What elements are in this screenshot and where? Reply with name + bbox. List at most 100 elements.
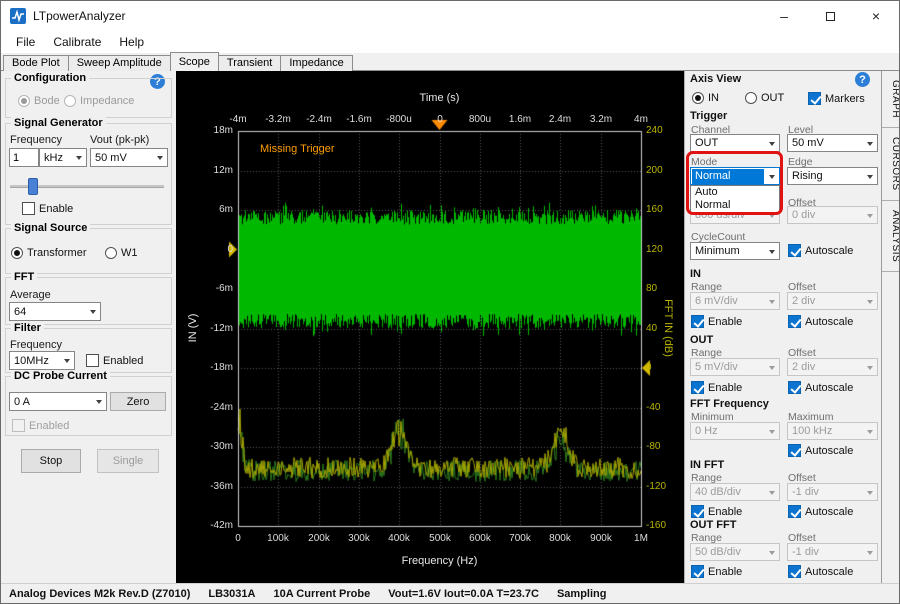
out-fft-offset-select[interactable]: -1 div (787, 543, 878, 561)
checkbox-icon (691, 315, 704, 328)
fft-tick: 120 (646, 244, 663, 255)
single-button[interactable]: Single (97, 449, 159, 473)
out-section-title: OUT (690, 334, 713, 346)
chevron-down-icon (60, 352, 74, 369)
dc-probe-current-select[interactable]: 0 A (9, 392, 107, 411)
out-fft-autoscale-checkbox[interactable]: Autoscale (788, 565, 853, 578)
menu-calibrate[interactable]: Calibrate (44, 32, 110, 52)
out-fft-enable-checkbox[interactable]: Enable (691, 565, 742, 578)
dc-probe-group: DC Probe Current 0 A Zero Enabled (5, 376, 172, 436)
menu-help[interactable]: Help (110, 32, 153, 52)
out-range-select[interactable]: 5 mV/div (690, 358, 780, 376)
out-offset-select[interactable]: 2 div (787, 358, 878, 376)
transformer-radio-label: Transformer (27, 247, 87, 259)
in-fft-autoscale-checkbox[interactable]: Autoscale (788, 505, 853, 518)
in-autoscale-label: Autoscale (805, 316, 853, 328)
time-tick: 0 (437, 114, 443, 125)
side-tab-graph[interactable]: GRAPH (882, 71, 900, 128)
trigger-offset-select[interactable]: 0 div (787, 206, 878, 224)
checkbox-icon (808, 92, 821, 105)
trigger-channel-select[interactable]: OUT (690, 134, 780, 152)
axis-in-radio[interactable]: IN (692, 92, 719, 104)
checkbox-icon (788, 381, 801, 394)
maximize-button[interactable] (807, 1, 853, 31)
bode-radio[interactable]: Bode (18, 95, 60, 107)
markers-label: Markers (825, 93, 865, 105)
impedance-radio[interactable]: Impedance (64, 95, 134, 107)
tab-transient[interactable]: Transient (218, 55, 281, 71)
freq-tick: 1M (634, 533, 648, 544)
transformer-radio[interactable]: Transformer (11, 247, 87, 259)
trigger-edge-select[interactable]: Rising (787, 167, 878, 185)
menu-file[interactable]: File (7, 32, 44, 52)
in-enable-checkbox[interactable]: Enable (691, 315, 742, 328)
fft-group: FFT Average 64 (5, 277, 172, 325)
axis-out-radio[interactable]: OUT (745, 92, 784, 104)
in-offset-select[interactable]: 2 div (787, 292, 878, 310)
fft-axis-title: FFT IN (dB) (662, 299, 674, 357)
checkbox-icon (788, 565, 801, 578)
w1-radio-label: W1 (121, 247, 138, 259)
checkbox-icon (788, 315, 801, 328)
amplitude-slider-thumb[interactable] (28, 178, 38, 195)
window-title: LTpowerAnalyzer (33, 9, 125, 23)
minimize-button[interactable]: – (761, 1, 807, 31)
in-range-select[interactable]: 6 mV/div (690, 292, 780, 310)
close-button[interactable]: × (853, 1, 899, 31)
frequency-unit-select[interactable]: kHz (39, 148, 87, 167)
tab-impedance[interactable]: Impedance (280, 55, 352, 71)
mode-option-normal[interactable]: Normal (691, 199, 779, 212)
fft-frequency-autoscale-checkbox[interactable]: Autoscale (788, 444, 853, 457)
fft-maximum-select[interactable]: 100 kHz (787, 422, 878, 440)
configuration-title: Configuration (11, 72, 89, 85)
fft-minimum-select[interactable]: 0 Hz (690, 422, 780, 440)
axis-out-label: OUT (761, 92, 784, 104)
status-bar: Analog Devices M2k Rev.D (Z7010) LB3031A… (1, 583, 899, 604)
fft-tick: 160 (646, 204, 663, 215)
menu-bar: File Calibrate Help (1, 31, 899, 53)
impedance-radio-label: Impedance (80, 95, 134, 107)
side-tab-analysis[interactable]: ANALYSIS (882, 201, 900, 272)
trigger-mode-select[interactable]: Normal (690, 167, 780, 185)
trigger-level-select[interactable]: 50 mV (787, 134, 878, 152)
freq-tick: 700k (509, 533, 531, 544)
chevron-down-icon (86, 303, 100, 320)
frequency-input[interactable] (9, 148, 39, 167)
in-fft-enable-checkbox[interactable]: Enable (691, 505, 742, 518)
markers-checkbox[interactable]: Markers (808, 92, 865, 105)
in-fft-range-select[interactable]: 40 dB/div (690, 483, 780, 501)
zero-button[interactable]: Zero (110, 392, 166, 411)
filter-enabled-checkbox[interactable]: Enabled (86, 354, 143, 367)
checkbox-icon (12, 419, 25, 432)
dc-probe-enabled-checkbox[interactable]: Enabled (12, 419, 69, 432)
signal-enable-checkbox[interactable]: Enable (22, 202, 73, 215)
tab-bode-plot[interactable]: Bode Plot (3, 55, 69, 71)
out-range-value: 5 mV/div (691, 361, 765, 373)
filter-frequency-select[interactable]: 10MHz (9, 351, 75, 370)
checkbox-icon (691, 565, 704, 578)
trigger-autoscale-checkbox[interactable]: Autoscale (788, 244, 853, 257)
out-enable-checkbox[interactable]: Enable (691, 381, 742, 394)
dc-probe-current-value: 0 A (10, 396, 92, 408)
scope-plot-canvas[interactable] (176, 71, 684, 583)
in-tick: -30m (176, 441, 233, 452)
side-tab-cursors[interactable]: CURSORS (882, 128, 900, 201)
frequency-label: Frequency (10, 134, 62, 146)
in-fft-offset-select[interactable]: -1 div (787, 483, 878, 501)
fft-average-select[interactable]: 64 (9, 302, 101, 321)
fft-maximum-value: 100 kHz (788, 425, 863, 437)
help-icon[interactable]: ? (855, 72, 870, 87)
mode-option-auto[interactable]: Auto (691, 186, 779, 199)
tab-sweep-amplitude[interactable]: Sweep Amplitude (68, 55, 171, 71)
out-fft-range-select[interactable]: 50 dB/div (690, 543, 780, 561)
vout-select[interactable]: 50 mV (90, 148, 168, 167)
in-autoscale-checkbox[interactable]: Autoscale (788, 315, 853, 328)
tab-scope[interactable]: Scope (170, 52, 219, 71)
checkbox-icon (86, 354, 99, 367)
freq-tick: 100k (267, 533, 289, 544)
w1-radio[interactable]: W1 (105, 247, 138, 259)
out-autoscale-checkbox[interactable]: Autoscale (788, 381, 853, 394)
stop-button[interactable]: Stop (21, 449, 81, 473)
cyclecount-select[interactable]: Minimum (690, 242, 780, 260)
status-probe: 10A Current Probe (273, 588, 370, 600)
